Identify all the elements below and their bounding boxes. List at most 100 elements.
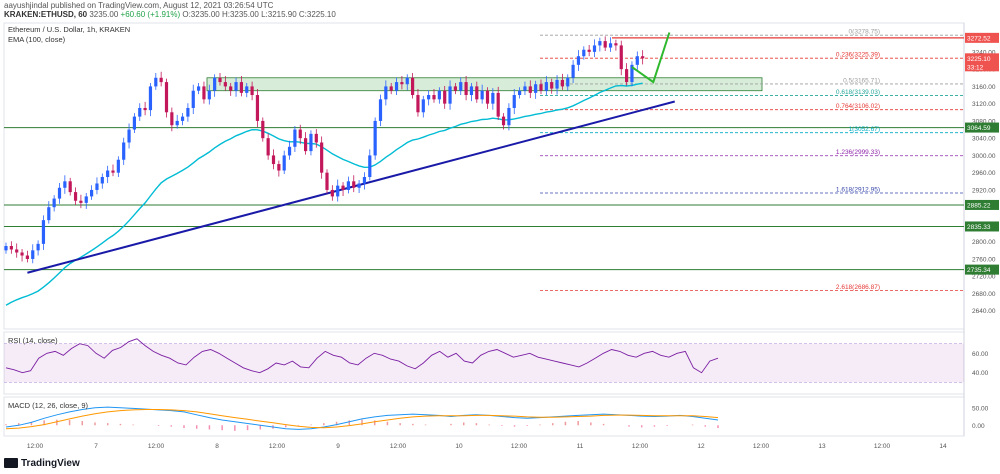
candle-down [314, 133, 318, 143]
chart-canvas[interactable]: 3240.003200.003160.003120.003080.003040.… [0, 0, 1000, 474]
macd-line [5, 406, 719, 430]
candle-up [512, 95, 516, 108]
candle-down [9, 246, 13, 250]
candle-up [309, 133, 313, 152]
rsi-band [4, 343, 964, 383]
candle-down [485, 90, 490, 104]
main-y-tick-label: 2800.00 [972, 239, 996, 246]
candle-down [496, 92, 500, 117]
candle-up [394, 82, 399, 91]
candle-up [357, 183, 361, 188]
candle-up [507, 107, 511, 126]
candle-up [213, 77, 217, 91]
main-y-tick-label: 2680.00 [972, 291, 996, 298]
candle-up [122, 142, 126, 160]
candle-down [164, 82, 169, 113]
candle-down [501, 116, 506, 126]
candle-up [127, 129, 131, 143]
candle-down [619, 45, 623, 70]
candle-down [416, 95, 420, 113]
candle-down [223, 82, 227, 87]
time-axis-label: 12 [697, 443, 705, 450]
candle-down [411, 77, 415, 96]
candle-up [544, 82, 548, 91]
main-pane [3, 22, 965, 330]
fib-level-label: 0.764(3106.02) [836, 103, 880, 110]
candle-up [427, 95, 431, 100]
time-axis-label: 12:00 [632, 443, 649, 450]
candle-down [464, 82, 468, 96]
candle-up [197, 86, 201, 91]
fib-level-label: 1.618(2912.95) [836, 186, 880, 193]
candle-down [73, 192, 78, 201]
candle-up [523, 86, 527, 91]
candle-up [36, 243, 40, 251]
macd-y-tick-label: 0.00 [972, 423, 985, 430]
candle-up [282, 155, 286, 171]
main-y-tick-label: 2640.00 [972, 308, 996, 315]
candle-up [480, 90, 484, 100]
candle-down [304, 138, 308, 152]
candle-up [63, 181, 67, 188]
candle-down [250, 86, 254, 96]
candle-down [266, 138, 270, 156]
candle-up [148, 86, 153, 111]
main-y-tick-label: 3000.00 [972, 153, 996, 160]
candle-down [325, 172, 329, 190]
candle-up [191, 90, 195, 108]
candle-up [180, 116, 185, 121]
price-axis-badge-label: 2835.33 [967, 224, 991, 231]
candle-down [341, 185, 345, 190]
candle-down [229, 86, 233, 91]
candle-up [448, 86, 452, 104]
candle-up [518, 90, 522, 96]
main-chart-title: Ethereum / U.S. Dollar, 1h, KRAKEN [8, 25, 130, 34]
fib-level-label: 0(3278.75) [849, 29, 880, 36]
rsi-title: RSI (14, close) [8, 336, 58, 345]
candle-down [432, 95, 436, 100]
candle-up [95, 183, 99, 190]
main-y-tick-label: 2960.00 [972, 170, 996, 177]
candle-up [336, 185, 340, 197]
time-axis-label: 10 [455, 443, 463, 450]
price-axis-badge-label: 2885.22 [967, 202, 991, 209]
candle-up [384, 86, 388, 100]
candle-down [550, 82, 554, 89]
candle-up [491, 92, 495, 104]
time-axis-label: 12:00 [148, 443, 165, 450]
candle-down [614, 43, 618, 46]
main-y-tick-label: 2760.00 [972, 256, 996, 263]
candle-down [15, 249, 19, 253]
candle-up [368, 155, 372, 177]
candle-up [571, 64, 575, 78]
candle-down [202, 86, 206, 100]
fib-level-label: 0.236(3225.39) [836, 52, 880, 59]
rsi-y-tick-label: 40.00 [972, 370, 989, 377]
candle-up [116, 159, 120, 173]
candle-up [592, 45, 597, 52]
candle-down [159, 77, 163, 83]
macd-title: MACD (12, 26, close, 9) [8, 401, 89, 410]
candle-up [138, 107, 142, 117]
time-axis-label: 7 [94, 443, 98, 450]
candle-up [534, 84, 538, 93]
candle-up [186, 107, 190, 117]
candle-up [84, 196, 88, 203]
candle-down [68, 181, 72, 193]
candle-down [560, 79, 564, 87]
candle-up [57, 187, 62, 199]
main-y-tick-label: 2920.00 [972, 187, 996, 194]
candle-down [539, 84, 543, 91]
candle-up [207, 90, 211, 100]
time-axis-label: 13 [818, 443, 826, 450]
countdown-label: 33:12 [967, 64, 984, 71]
time-axis-label: 12:00 [874, 443, 891, 450]
candle-up [373, 120, 377, 156]
time-axis-label: 12:00 [753, 443, 770, 450]
time-axis-label: 12:00 [511, 443, 528, 450]
candle-down [603, 41, 607, 48]
candle-up [421, 99, 425, 113]
candle-up [4, 246, 8, 251]
candle-down [320, 142, 324, 173]
resistance-zone [206, 77, 763, 92]
